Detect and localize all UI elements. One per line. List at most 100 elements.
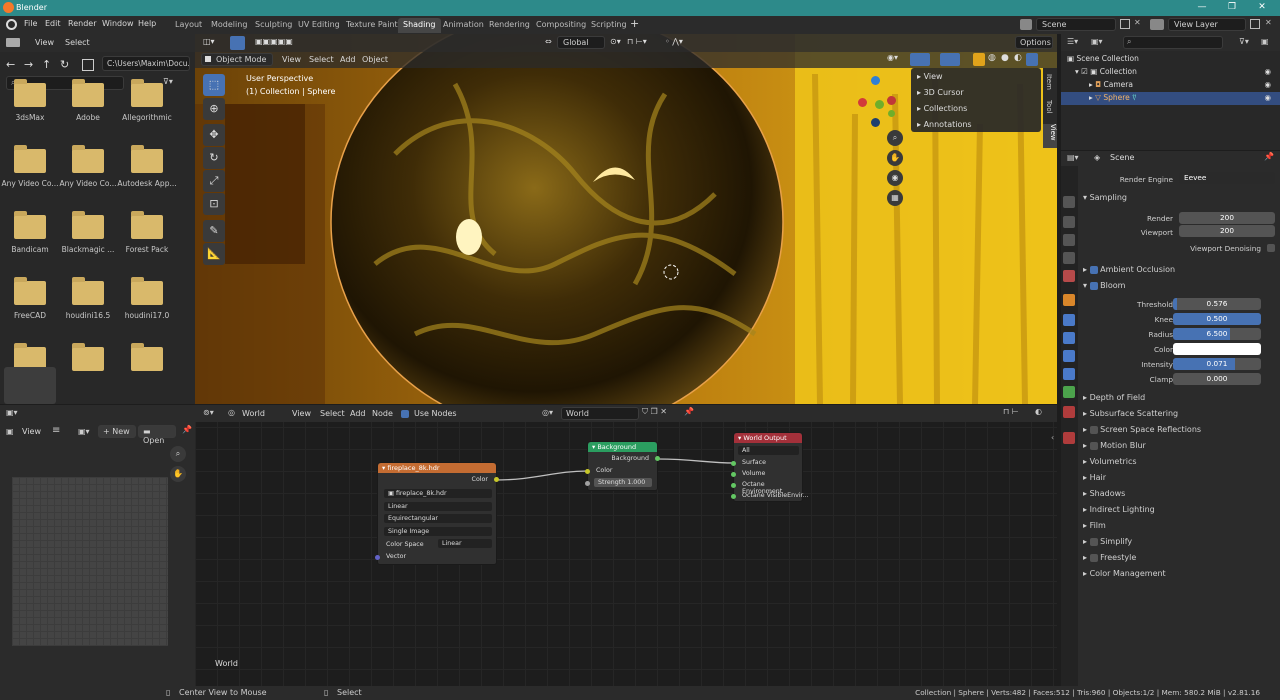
vector-input-socket[interactable] <box>375 555 380 560</box>
camera-view-icon[interactable]: ◉ <box>887 170 903 186</box>
outliner-collection[interactable]: ▾ ☑ ▣ Collection ◉ <box>1075 67 1271 80</box>
folder-icon[interactable] <box>131 211 163 239</box>
proportional-edit-icon[interactable]: ◦ ⋀▾ <box>665 37 683 46</box>
image-canvas[interactable] <box>12 477 168 646</box>
bloom-knee-field[interactable]: 0.500 <box>1173 313 1261 325</box>
section-sampling[interactable]: ▾ Sampling <box>1083 193 1127 209</box>
view-layer-field[interactable]: View Layer <box>1168 18 1246 31</box>
pivot-icon[interactable]: ⊙▾ <box>610 37 621 46</box>
pin-icon[interactable]: 📌 <box>1264 152 1274 161</box>
menu-help[interactable]: Help <box>138 19 156 28</box>
folder-icon[interactable] <box>131 277 163 305</box>
output-tab-icon[interactable] <box>1063 234 1075 246</box>
parent-dir-icon[interactable]: ↑ <box>42 58 51 71</box>
section-indirect-lighting[interactable]: ▸ Indirect Lighting <box>1083 505 1155 521</box>
menu-edit[interactable]: Edit <box>45 19 61 28</box>
filter-icon[interactable]: ⊽▾ <box>163 77 187 89</box>
color-space-dropdown[interactable]: Linear <box>438 539 492 548</box>
refresh-icon[interactable]: ↻ <box>60 58 69 71</box>
menu-window[interactable]: Window <box>102 19 134 28</box>
outliner-scene-collection[interactable]: ▣ Scene Collection <box>1067 54 1139 67</box>
path-field[interactable]: C:\Users\Maxim\Docu... <box>102 56 190 71</box>
color-input-socket[interactable] <box>585 469 590 474</box>
menu-add[interactable]: Add <box>340 55 356 64</box>
gizmo-z-icon[interactable] <box>871 76 880 85</box>
object-tab-icon[interactable] <box>1063 294 1075 306</box>
menu-lines-icon[interactable]: ≡ <box>52 425 60 436</box>
bloom-intensity-field[interactable]: 0.071 <box>1173 358 1261 370</box>
tab-item[interactable]: Item <box>1045 74 1053 90</box>
background-node[interactable]: ▾ Background Background Color Strength 1… <box>585 441 660 491</box>
tab-scripting[interactable]: Scripting <box>586 18 632 33</box>
section-hair[interactable]: ▸ Hair <box>1083 473 1106 489</box>
image-browse-icon[interactable]: ▣▾ <box>78 427 90 436</box>
menu-object[interactable]: Object <box>362 55 388 64</box>
render-samples-field[interactable]: 200 <box>1179 212 1275 224</box>
gizmo-neg-y-icon[interactable] <box>888 110 895 117</box>
section-freestyle[interactable]: ▸ Freestyle <box>1083 553 1136 569</box>
options-dropdown[interactable]: Options <box>1015 36 1053 49</box>
orientation-icon[interactable]: ⇔ <box>545 37 552 46</box>
annotate-tool-icon[interactable]: ✎ <box>203 220 225 242</box>
menu-select[interactable]: Select <box>65 38 90 47</box>
render-tab-icon[interactable] <box>1063 216 1075 228</box>
section-ambient-occlusion[interactable]: ▸ Ambient Occlusion <box>1083 265 1175 281</box>
menu-view[interactable]: View <box>282 55 301 64</box>
snap-icon[interactable]: ⊓ ⊢▾ <box>627 37 647 46</box>
tab-animation[interactable]: Animation <box>438 18 489 33</box>
new-image-button[interactable]: + New <box>98 425 136 438</box>
tab-tool[interactable]: Tool <box>1045 100 1053 114</box>
section-motion-blur[interactable]: ▸ Motion Blur <box>1083 441 1146 457</box>
back-icon[interactable]: ← <box>6 58 15 71</box>
scene-icon[interactable] <box>1020 19 1032 30</box>
editor-type-icon[interactable] <box>6 38 20 47</box>
mode-dropdown[interactable]: Object Mode <box>201 53 273 66</box>
output-socket[interactable] <box>655 456 660 461</box>
outliner-sphere[interactable]: ▸ ▽ Sphere ⍢ ◉ <box>1089 93 1271 106</box>
maximize-button[interactable]: ❐ <box>1222 2 1242 14</box>
world-output-node[interactable]: ▾ World Output All Surface Volume Octane… <box>731 432 809 502</box>
move-tool-icon[interactable]: ✥ <box>203 124 225 146</box>
material-tab-icon[interactable] <box>1063 406 1075 418</box>
folder-icon[interactable] <box>14 277 46 305</box>
menu-render[interactable]: Render <box>68 19 96 28</box>
orientation-dropdown[interactable]: Global <box>557 36 605 49</box>
projection-dropdown[interactable]: Equirectangular <box>384 514 492 523</box>
folder-icon[interactable] <box>72 277 104 305</box>
tab-layout[interactable]: Layout <box>170 18 207 33</box>
volume-input-socket[interactable] <box>731 472 736 477</box>
select-box-tool-icon[interactable]: ⬚ <box>203 74 225 96</box>
gizmo-y-icon[interactable] <box>875 100 884 109</box>
pan-hand-icon[interactable]: ✋ <box>170 466 186 482</box>
environment-texture-node[interactable]: ▾ fireplace_8k.hdr Color ▣ fireplace_8k.… <box>375 462 499 565</box>
transform-tool-icon[interactable]: ⊡ <box>203 193 225 215</box>
section-screen-space-reflections[interactable]: ▸ Screen Space Reflections <box>1083 425 1201 441</box>
eye-icon[interactable]: ◉ <box>1264 67 1271 76</box>
overlay-toggle-icon[interactable] <box>940 53 960 66</box>
strength-field[interactable]: Strength 1.000 <box>594 478 652 487</box>
data-tab-icon[interactable] <box>1063 386 1075 398</box>
zoom-icon[interactable]: ⌕ <box>170 446 186 462</box>
tab-sculpting[interactable]: Sculpting <box>250 18 297 33</box>
editor-type-icon[interactable]: ☰▾ <box>1067 37 1078 46</box>
editor-type-icon[interactable]: ▣▾ <box>6 408 18 417</box>
menu-select[interactable]: Select <box>309 55 334 64</box>
gizmo-toggle-icon[interactable] <box>910 53 930 66</box>
image-datablock-field[interactable]: ▣ fireplace_8k.hdr <box>384 489 492 498</box>
section-simplify[interactable]: ▸ Simplify <box>1083 537 1132 553</box>
open-image-button[interactable]: ▬ Open <box>138 425 176 445</box>
ortho-toggle-icon[interactable]: ▦ <box>887 190 903 206</box>
gizmo-neg-x-icon[interactable] <box>887 96 896 105</box>
bloom-color-field[interactable] <box>1173 343 1261 355</box>
section-volumetrics[interactable]: ▸ Volumetrics <box>1083 457 1137 473</box>
filter-icon[interactable]: ⊽▾ <box>1239 37 1249 46</box>
octane-vis-socket[interactable] <box>731 494 736 499</box>
section-checkbox[interactable] <box>1089 441 1098 450</box>
folder-icon[interactable] <box>14 79 46 107</box>
tab-rendering[interactable]: Rendering <box>484 18 535 33</box>
shading-rendered-icon[interactable] <box>1026 53 1038 66</box>
copy-view-layer-icon[interactable] <box>1250 19 1260 29</box>
folder-icon[interactable] <box>72 79 104 107</box>
editor-type-icon[interactable]: ▤▾ <box>1067 153 1079 162</box>
section-subsurface-scattering[interactable]: ▸ Subsurface Scattering <box>1083 409 1178 425</box>
